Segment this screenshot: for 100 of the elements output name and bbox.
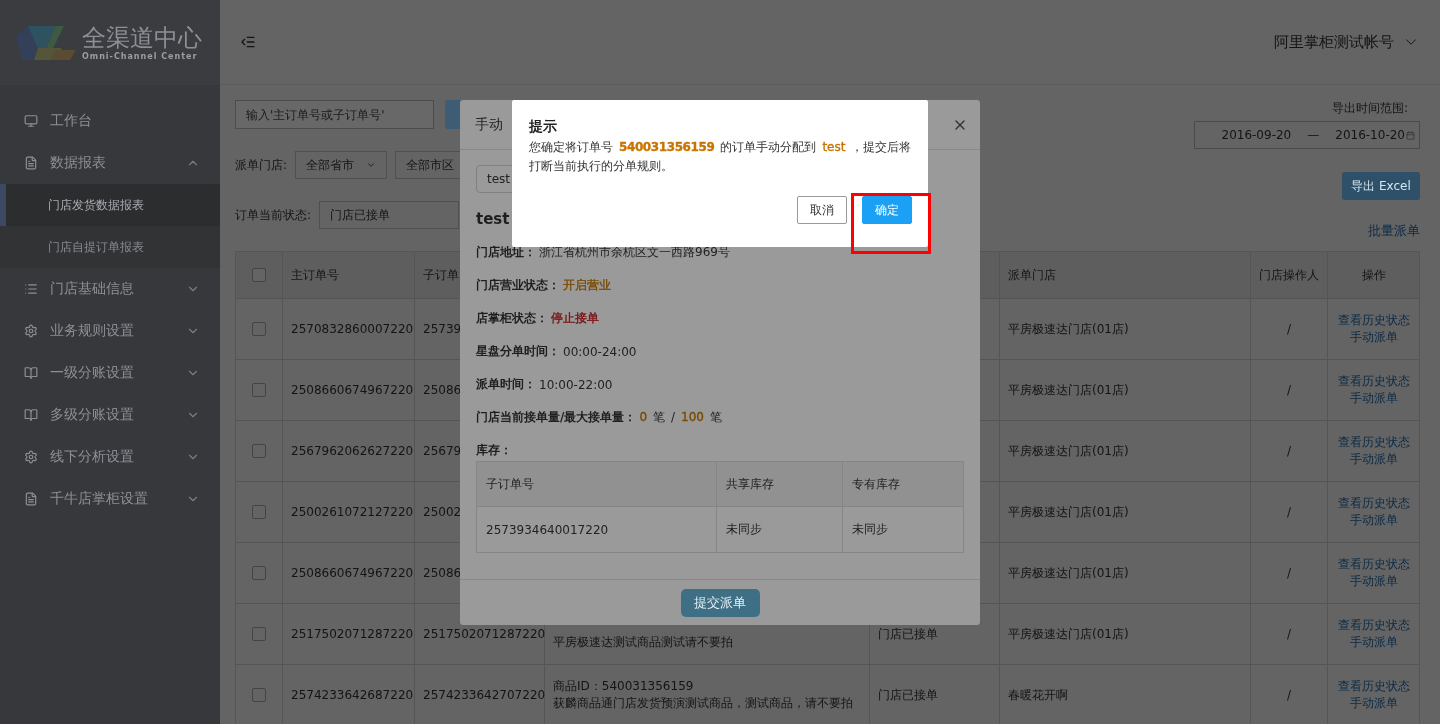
table-cell: 2508660674967220: [291, 564, 414, 582]
action-link[interactable]: 手动派单: [1350, 512, 1398, 529]
sidebar-item[interactable]: 数据报表: [0, 142, 220, 184]
info-value: 10:00-22:00: [538, 377, 614, 392]
table-cell: /: [1286, 320, 1291, 338]
sidebar-item[interactable]: 门店基础信息: [0, 268, 220, 310]
action-link[interactable]: 查看历史状态: [1338, 434, 1410, 451]
confirm-button[interactable]: 确定: [862, 196, 912, 224]
store-name: test: [476, 210, 510, 228]
export-range-label: 导出时间范围:: [1331, 100, 1408, 117]
table-cell: 25086: [423, 381, 462, 399]
column-header: 子订单: [423, 266, 459, 284]
menu-icon: [24, 282, 38, 296]
menu-icon: [24, 492, 38, 506]
date-range-field[interactable]: 2016-09-20 — 2016-10-20: [1194, 121, 1420, 149]
sidebar-item[interactable]: 工作台: [0, 100, 220, 142]
table-cell: 2508660674967220: [291, 381, 414, 399]
table-cell: 25679: [423, 442, 462, 460]
info-label: 派单时间：: [476, 376, 536, 393]
export-excel-button[interactable]: 导出 Excel: [1342, 172, 1420, 200]
sidebar-item[interactable]: 线下分析设置: [0, 436, 220, 478]
table-cell: 平房极速达门店(01店): [1008, 381, 1129, 399]
column-header: 主订单号: [291, 266, 339, 284]
dialog-title: 提示: [529, 118, 558, 136]
checkbox[interactable]: [252, 322, 266, 336]
table-cell: 未同步: [726, 521, 762, 538]
menu-icon: [24, 156, 38, 170]
table-cell: 平房极速达门店(01店): [1008, 442, 1129, 460]
column-header: 专有库存: [852, 475, 900, 493]
table-cell: 春暖花开啊: [1008, 686, 1068, 704]
checkbox[interactable]: [252, 383, 266, 397]
cancel-button[interactable]: 取消: [797, 196, 847, 224]
search-field[interactable]: 输入'主订单号或子订单号': [235, 100, 434, 129]
action-link[interactable]: 查看历史状态: [1338, 617, 1410, 634]
account-name[interactable]: 阿里掌柜测试帐号: [1274, 32, 1394, 52]
action-link[interactable]: 手动派单: [1350, 329, 1398, 346]
table-cell: /: [1286, 686, 1291, 704]
table-cell: /: [1286, 503, 1291, 521]
sidebar-item[interactable]: 业务规则设置: [0, 310, 220, 352]
checkbox[interactable]: [252, 688, 266, 702]
table-cell: 2517502071287220: [291, 625, 414, 643]
action-link[interactable]: 手动派单: [1350, 695, 1398, 712]
table-cell: 25002: [423, 503, 462, 521]
modal-title: 手动: [475, 115, 503, 134]
sidebar-item[interactable]: 多级分账设置: [0, 394, 220, 436]
menu-icon: [24, 450, 38, 464]
menu-icon: [24, 114, 38, 128]
table-cell: /: [1286, 625, 1291, 643]
column-header: 门店操作人: [1259, 266, 1319, 284]
logo-title: 全渠道中心: [82, 24, 202, 52]
action-link[interactable]: 查看历史状态: [1338, 312, 1410, 329]
checkbox[interactable]: [252, 566, 266, 580]
sidebar-subitem[interactable]: 门店发货数据报表: [0, 184, 220, 226]
calendar-icon: [1406, 130, 1415, 140]
table-cell: 25086: [423, 564, 462, 582]
action-link[interactable]: 查看历史状态: [1338, 678, 1410, 695]
action-link[interactable]: 手动派单: [1350, 634, 1398, 651]
action-link[interactable]: 手动派单: [1350, 451, 1398, 468]
table-cell: 获麟商品通门店发货预演测试商品，测试商品，请不要拍: [553, 695, 853, 712]
menu-icon: [24, 366, 38, 380]
table-cell: /: [1286, 381, 1291, 399]
table-cell: 平房极速达测试商品测试请不要拍: [553, 634, 733, 651]
info-value: 0 笔 / 100 笔: [638, 409, 723, 426]
info-label: 星盘分单时间：: [476, 343, 560, 360]
sidebar-item[interactable]: 千牛店掌柜设置: [0, 478, 220, 520]
logo-icon: [16, 25, 76, 60]
table-cell: /: [1286, 442, 1291, 460]
info-label: 门店营业状态：: [476, 277, 560, 294]
batch-dispatch-link[interactable]: 批量派单: [1368, 222, 1420, 240]
table-cell: 2567962062627220: [291, 442, 414, 460]
sidebar-item[interactable]: 一级分账设置: [0, 352, 220, 394]
filter-label: 订单当前状态:: [235, 206, 312, 224]
menu-toggle-icon[interactable]: [240, 34, 256, 50]
table-cell: 平房极速达门店(01店): [1008, 564, 1129, 582]
table-cell: 平房极速达门店(01店): [1008, 503, 1129, 521]
action-link[interactable]: 查看历史状态: [1338, 556, 1410, 573]
action-link[interactable]: 查看历史状态: [1338, 373, 1410, 390]
checkbox[interactable]: [252, 505, 266, 519]
table-cell: 2517502071287220: [423, 625, 546, 643]
checkbox[interactable]: [252, 268, 266, 282]
action-link[interactable]: 查看历史状态: [1338, 495, 1410, 512]
column-header: 派单门店: [1008, 266, 1056, 284]
checkbox[interactable]: [252, 444, 266, 458]
table-cell: 2570832860007220: [291, 320, 414, 338]
table-cell: /: [1286, 564, 1291, 582]
action-link[interactable]: 手动派单: [1350, 573, 1398, 590]
menu-icon: [24, 324, 38, 338]
submit-dispatch-button[interactable]: 提交派单: [680, 588, 760, 617]
sidebar-subitem[interactable]: 门店自提订单报表: [0, 226, 220, 268]
chevron-icon: [366, 160, 377, 170]
info-value: 停止接单: [550, 310, 600, 327]
table-cell: 商品ID：540031356159: [553, 678, 694, 695]
table-cell: 门店已接单: [878, 625, 938, 643]
checkbox[interactable]: [252, 627, 266, 641]
table-cell: 2574233642687220: [291, 686, 414, 704]
table-cell: 平房极速达门店(01店): [1008, 320, 1129, 338]
action-link[interactable]: 手动派单: [1350, 390, 1398, 407]
status-select[interactable]: 门店已接单: [319, 201, 460, 229]
info-label: 店掌柜状态：: [476, 310, 548, 327]
province-select[interactable]: 全部省市: [295, 151, 388, 179]
